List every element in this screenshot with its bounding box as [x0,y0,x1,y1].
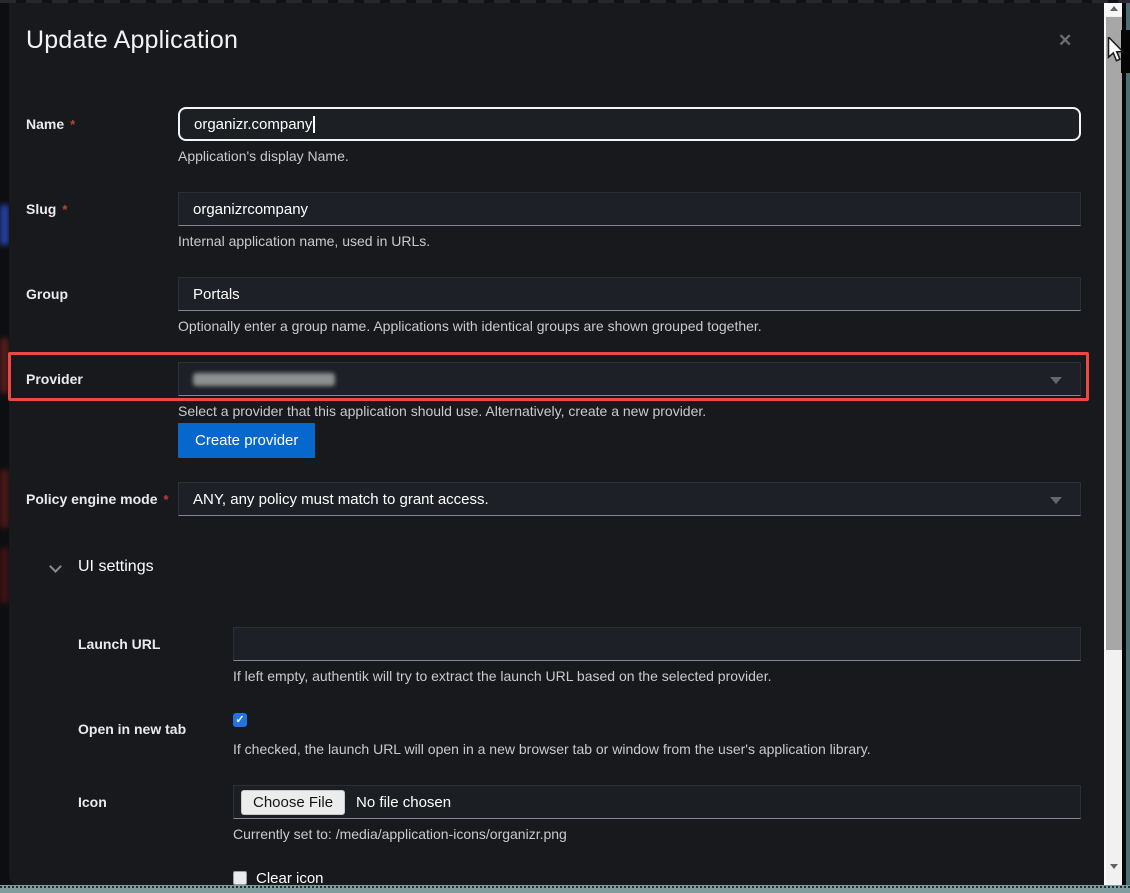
icon-help: Currently set to: /media/application-ico… [233,826,567,842]
launch-url-label: Launch URL [78,636,160,652]
open-in-new-tab-help: If checked, the launch URL will open in … [233,741,871,757]
update-application-modal: Update Application ✕ Name* organizr.comp… [9,2,1104,885]
backdrop-red-blob [0,470,9,528]
group-label: Group [26,286,68,302]
scrollbar-thumb[interactable] [1106,17,1122,650]
backdrop-red-blob [0,548,9,603]
clear-icon-checkbox[interactable] [233,871,247,885]
arrow-up-icon [1110,6,1118,11]
policy-engine-mode-value: ANY, any policy must match to grant acce… [193,491,489,508]
name-input-value: organizr.company [194,116,312,133]
chevron-down-icon [1050,497,1062,504]
annotation-highlight [8,352,1089,401]
name-help: Application's display Name. [178,148,349,164]
section-ui-settings[interactable]: UI settings [78,558,154,576]
clear-icon-label: Clear icon [256,870,324,885]
required-asterisk: * [70,117,75,132]
icon-file-input[interactable]: Choose File No file chosen [233,785,1081,819]
launch-url-input[interactable] [233,627,1081,661]
create-provider-button[interactable]: Create provider [178,423,315,458]
scrollbar-down-button[interactable] [1106,858,1122,874]
policy-engine-mode-label: Policy engine mode* [26,491,169,507]
backdrop-blue-blob [0,205,9,245]
icon-label: Icon [78,794,107,810]
vertical-scrollbar[interactable] [1104,0,1122,885]
text-cursor [313,116,315,133]
check-icon: ✓ [235,713,244,727]
slug-help: Internal application name, used in URLs. [178,233,430,249]
name-label: Name* [26,116,75,132]
modal-title: Update Application [26,26,238,55]
slug-input[interactable]: organizrcompany [178,192,1081,226]
chevron-down-icon[interactable] [49,560,62,573]
policy-engine-mode-select[interactable]: ANY, any policy must match to grant acce… [178,482,1081,516]
file-status-text: No file chosen [356,794,451,811]
group-input-value: Portals [193,286,240,303]
screenshot-canvas: Update Application ✕ Name* organizr.comp… [0,0,1130,893]
group-help: Optionally enter a group name. Applicati… [178,318,762,334]
arrow-down-icon [1110,864,1118,869]
provider-help: Select a provider that this application … [178,403,706,419]
launch-url-help: If left empty, authentik will try to ext… [233,668,772,684]
required-asterisk: * [163,492,168,507]
required-asterisk: * [62,202,67,217]
window-edge-teal [1126,0,1130,885]
open-in-new-tab-checkbox[interactable]: ✓ [233,713,247,727]
open-in-new-tab-label: Open in new tab [78,721,186,737]
slug-input-value: organizrcompany [193,201,308,218]
close-icon[interactable]: ✕ [1058,31,1072,51]
name-input[interactable]: organizr.company [178,107,1081,141]
mouse-cursor [1107,37,1125,64]
capture-border-top [0,0,1130,3]
slug-label: Slug* [26,201,67,217]
capture-border-bottom [0,885,1130,893]
choose-file-button[interactable]: Choose File [241,790,345,815]
group-input[interactable]: Portals [178,277,1081,311]
page-backdrop-strip [0,0,9,885]
